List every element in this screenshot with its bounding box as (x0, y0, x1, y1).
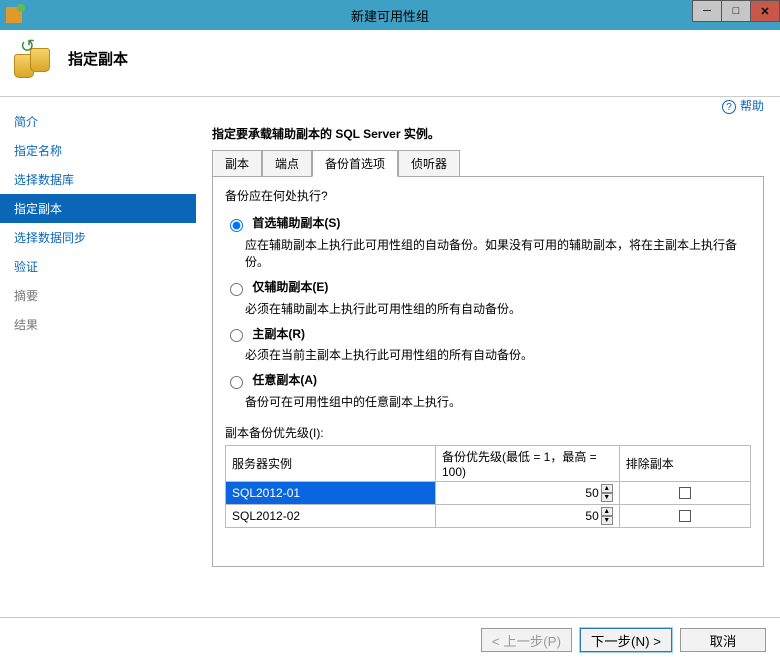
spin-up-icon[interactable]: ▲ (601, 507, 613, 516)
sidebar-item-replica[interactable]: 指定副本 (0, 194, 196, 223)
radio-any[interactable] (230, 376, 243, 389)
spin-down-icon[interactable]: ▼ (601, 493, 613, 502)
help-label: 帮助 (740, 99, 764, 113)
title-bar: 新建可用性组 ─ □ ✕ (0, 0, 780, 30)
col-exclude: 排除副本 (619, 446, 750, 482)
maximize-button[interactable]: □ (721, 0, 751, 22)
option-desc: 备份可在可用性组中的任意副本上执行。 (245, 393, 751, 410)
priority-label: 副本备份优先级(I): (225, 424, 751, 441)
option-desc: 必须在辅助副本上执行此可用性组的所有自动备份。 (245, 300, 751, 317)
option-any[interactable]: 任意副本(A) (225, 371, 751, 389)
priority-value: 50 (585, 509, 598, 523)
cell-priority[interactable]: 50 ▲ ▼ (436, 482, 620, 505)
tab-bar: 副本 端点 备份首选项 侦听器 (212, 150, 764, 177)
cell-priority[interactable]: 50 ▲ ▼ (436, 505, 620, 528)
refresh-arrow-icon: ↺ (20, 36, 35, 57)
prev-button[interactable]: < 上一步(P) (481, 628, 572, 652)
option-primary[interactable]: 主副本(R) (225, 325, 751, 343)
wizard-steps-sidebar: 简介 指定名称 选择数据库 指定副本 选择数据同步 验证 摘要 结果 (0, 97, 196, 617)
radio-secondary-only[interactable] (230, 283, 243, 296)
close-button[interactable]: ✕ (750, 0, 780, 22)
tab-backup-pref[interactable]: 备份首选项 (312, 150, 398, 177)
radio-prefer-secondary[interactable] (230, 219, 243, 232)
option-desc: 必须在当前主副本上执行此可用性组的所有自动备份。 (245, 346, 751, 363)
cancel-button[interactable]: 取消 (680, 628, 766, 652)
spin-up-icon[interactable]: ▲ (601, 484, 613, 493)
wizard-icon: ↺ (14, 38, 54, 78)
cell-server: SQL2012-01 (226, 482, 436, 505)
option-desc: 应在辅助副本上执行此可用性组的自动备份。如果没有可用的辅助副本，将在主副本上执行… (245, 236, 751, 270)
table-row[interactable]: SQL2012-02 50 ▲ ▼ (226, 505, 751, 528)
option-label: 任意副本(A) (252, 373, 317, 387)
next-button[interactable]: 下一步(N) > (580, 628, 672, 652)
tab-endpoint[interactable]: 端点 (262, 150, 312, 177)
main-content: ? 帮助 指定要承载辅助副本的 SQL Server 实例。 副本 端点 备份首选… (196, 97, 780, 617)
option-prefer-secondary[interactable]: 首选辅助副本(S) (225, 214, 751, 232)
cell-exclude[interactable] (619, 482, 750, 505)
sidebar-item-intro[interactable]: 简介 (0, 107, 196, 136)
window-title: 新建可用性组 (0, 6, 780, 25)
instruction-text: 指定要承载辅助副本的 SQL Server 实例。 (212, 125, 764, 142)
col-server: 服务器实例 (226, 446, 436, 482)
sidebar-item-validate[interactable]: 验证 (0, 252, 196, 281)
priority-table: 服务器实例 备份优先级(最低 = 1，最高 = 100) 排除副本 SQL201… (225, 445, 751, 528)
sidebar-item-database[interactable]: 选择数据库 (0, 165, 196, 194)
spin-down-icon[interactable]: ▼ (601, 516, 613, 525)
radio-primary[interactable] (230, 329, 243, 342)
sidebar-item-summary[interactable]: 摘要 (0, 281, 196, 310)
minimize-button[interactable]: ─ (692, 0, 722, 22)
tab-listener[interactable]: 侦听器 (398, 150, 460, 177)
app-icon (6, 7, 22, 23)
sidebar-item-name[interactable]: 指定名称 (0, 136, 196, 165)
cell-server: SQL2012-02 (226, 505, 436, 528)
backup-pref-panel: 备份应在何处执行? 首选辅助副本(S) 应在辅助副本上执行此可用性组的自动备份。… (212, 177, 764, 567)
wizard-footer: < 上一步(P) 下一步(N) > 取消 (0, 617, 780, 662)
checkbox-exclude[interactable] (679, 510, 691, 522)
page-header: ↺ 指定副本 (0, 30, 780, 97)
option-label: 仅辅助副本(E) (252, 280, 328, 294)
cell-exclude[interactable] (619, 505, 750, 528)
backup-question: 备份应在何处执行? (225, 187, 751, 204)
tab-replica[interactable]: 副本 (212, 150, 262, 177)
col-priority: 备份优先级(最低 = 1，最高 = 100) (436, 446, 620, 482)
option-label: 首选辅助副本(S) (252, 216, 340, 230)
page-title: 指定副本 (68, 48, 128, 69)
help-icon: ? (722, 100, 736, 114)
priority-value: 50 (585, 486, 598, 500)
table-row[interactable]: SQL2012-01 50 ▲ ▼ (226, 482, 751, 505)
sidebar-item-datasync[interactable]: 选择数据同步 (0, 223, 196, 252)
help-link[interactable]: ? 帮助 (722, 97, 764, 114)
sidebar-item-result[interactable]: 结果 (0, 310, 196, 339)
option-secondary-only[interactable]: 仅辅助副本(E) (225, 278, 751, 296)
option-label: 主副本(R) (252, 327, 305, 341)
checkbox-exclude[interactable] (679, 487, 691, 499)
